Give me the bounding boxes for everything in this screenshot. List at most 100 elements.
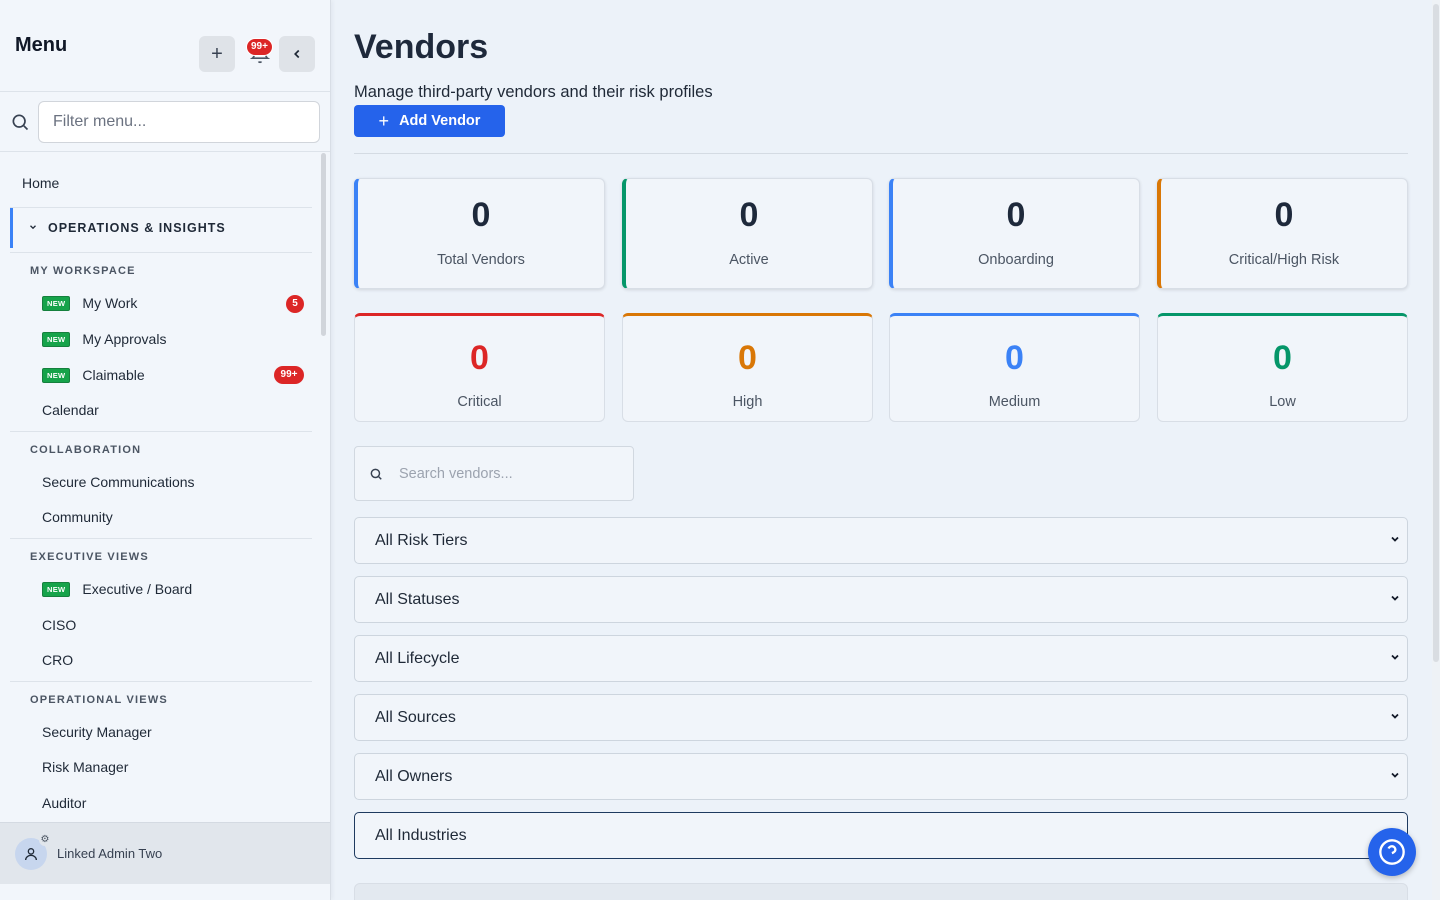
- chevron-down-icon: [1391, 595, 1399, 601]
- new-badge: NEW: [42, 295, 71, 311]
- industry-select[interactable]: All Industries: [354, 812, 1408, 859]
- divider: [10, 538, 312, 539]
- lifecycle-select[interactable]: All Lifecycle: [354, 635, 1408, 682]
- chevron-down-icon: [1391, 772, 1399, 778]
- stat-value: 0: [739, 196, 759, 234]
- chevron-left-icon: [294, 49, 300, 59]
- section-label: OPERATIONS & INSIGHTS: [48, 221, 226, 235]
- add-vendor-label: Add Vendor: [399, 113, 481, 129]
- stat-label: Active: [729, 252, 769, 268]
- sidebar: Menu + 99+ Home OPERATIONS & INSIGHTS MY…: [0, 0, 331, 900]
- my-work-count-badge: 5: [286, 295, 304, 313]
- stat-card-medium: 0 Medium: [889, 313, 1140, 422]
- stat-label: Critical: [457, 394, 502, 410]
- page-subtitle: Manage third-party vendors and their ris…: [354, 83, 713, 101]
- sidebar-item-calendar[interactable]: Calendar: [42, 402, 99, 418]
- stat-card-critical: 0 Critical: [354, 313, 605, 422]
- gear-icon: ⚙: [39, 833, 51, 846]
- help-icon: [1379, 839, 1405, 865]
- select-value: All Sources: [375, 708, 456, 726]
- sidebar-title: Menu: [15, 34, 68, 56]
- vendor-list-panel: [354, 883, 1408, 900]
- group-operational-views: OPERATIONAL VIEWS: [30, 694, 168, 706]
- sidebar-scrollbar[interactable]: [321, 153, 326, 336]
- chevron-down-icon: [1391, 654, 1399, 660]
- add-button[interactable]: +: [199, 36, 235, 72]
- stat-value: 0: [738, 339, 757, 377]
- stat-card-critical-high-risk: 0 Critical/High Risk: [1157, 178, 1408, 289]
- group-collaboration: COLLABORATION: [30, 444, 142, 456]
- stat-value: 0: [1273, 339, 1292, 377]
- avatar: ⚙: [15, 833, 51, 870]
- sidebar-item-label: Claimable: [82, 367, 145, 383]
- stat-value: 0: [1005, 339, 1024, 377]
- sidebar-item-risk-manager[interactable]: Risk Manager: [42, 759, 128, 775]
- sidebar-nav: Home OPERATIONS & INSIGHTS MY WORKSPACE …: [0, 153, 330, 821]
- vendor-search: [354, 446, 634, 501]
- divider: [10, 681, 312, 682]
- risk-tier-select[interactable]: All Risk Tiers: [354, 517, 1408, 564]
- select-value: All Statuses: [375, 590, 460, 608]
- filter-menu-input[interactable]: [38, 100, 320, 143]
- user-name: Linked Admin Two: [57, 846, 163, 861]
- search-icon: [370, 468, 382, 480]
- stat-value: 0: [1274, 196, 1294, 234]
- stat-value: 0: [471, 196, 491, 234]
- stat-card-active: 0 Active: [622, 178, 873, 289]
- add-vendor-button[interactable]: + Add Vendor: [354, 105, 505, 137]
- group-my-workspace: MY WORKSPACE: [30, 265, 136, 277]
- stat-card-total-vendors: 0 Total Vendors: [354, 178, 605, 289]
- sidebar-item-secure-communications[interactable]: Secure Communications: [42, 474, 195, 490]
- menu-filter: [0, 92, 330, 152]
- stat-label: Low: [1269, 394, 1296, 410]
- stat-card-onboarding: 0 Onboarding: [889, 178, 1140, 289]
- stat-value: 0: [1006, 196, 1026, 234]
- group-executive-views: EXECUTIVE VIEWS: [30, 551, 149, 563]
- status-select[interactable]: All Statuses: [354, 576, 1408, 623]
- source-select[interactable]: All Sources: [354, 694, 1408, 741]
- collapse-sidebar-button[interactable]: [279, 36, 315, 72]
- sidebar-item-executive-board[interactable]: NEW Executive / Board: [42, 581, 192, 597]
- claimable-count-badge: 99+: [274, 366, 304, 384]
- sidebar-item-cro[interactable]: CRO: [42, 652, 73, 668]
- sidebar-item-my-approvals[interactable]: NEW My Approvals: [42, 331, 166, 347]
- stat-value: 0: [470, 339, 489, 377]
- page-scrollbar[interactable]: [1432, 0, 1440, 900]
- stat-label: Critical/High Risk: [1228, 252, 1340, 268]
- sidebar-item-label: Executive / Board: [82, 581, 193, 597]
- page-title: Vendors: [354, 28, 489, 66]
- sidebar-header: Menu + 99+: [0, 0, 330, 92]
- sidebar-item-claimable[interactable]: NEW Claimable: [42, 367, 145, 383]
- sidebar-item-auditor[interactable]: Auditor: [42, 795, 86, 811]
- user-profile[interactable]: ⚙ Linked Admin Two: [0, 822, 330, 884]
- search-vendors-input[interactable]: [399, 465, 619, 482]
- stat-label: Medium: [988, 394, 1041, 410]
- stat-label: Onboarding: [978, 252, 1054, 268]
- sidebar-item-home[interactable]: Home: [22, 175, 59, 191]
- stat-label: High: [732, 394, 763, 410]
- stat-card-low: 0 Low: [1157, 313, 1408, 422]
- new-badge: NEW: [42, 331, 71, 347]
- plus-icon: +: [378, 110, 390, 131]
- scrollbar-thumb[interactable]: [1433, 4, 1439, 662]
- section-operations-insights[interactable]: OPERATIONS & INSIGHTS: [10, 208, 312, 248]
- sidebar-item-my-work[interactable]: NEW My Work: [42, 295, 137, 311]
- select-value: All Risk Tiers: [375, 531, 468, 549]
- help-button[interactable]: [1368, 828, 1416, 876]
- user-icon: [25, 847, 37, 860]
- chevron-down-icon: [1391, 713, 1399, 719]
- sidebar-item-security-manager[interactable]: Security Manager: [42, 724, 152, 740]
- sidebar-item-community[interactable]: Community: [42, 509, 113, 525]
- stat-card-high: 0 High: [622, 313, 873, 422]
- chevron-down-icon: [28, 222, 38, 235]
- owner-select[interactable]: All Owners: [354, 753, 1408, 800]
- select-value: All Lifecycle: [375, 649, 460, 667]
- select-value: All Owners: [375, 767, 453, 785]
- new-badge: NEW: [42, 581, 71, 597]
- search-icon: [12, 114, 29, 130]
- divider: [354, 153, 1408, 154]
- sidebar-item-ciso[interactable]: CISO: [42, 617, 76, 633]
- sidebar-item-label: My Approvals: [82, 331, 167, 347]
- plus-icon: +: [211, 42, 223, 65]
- stat-label: Total Vendors: [437, 252, 525, 268]
